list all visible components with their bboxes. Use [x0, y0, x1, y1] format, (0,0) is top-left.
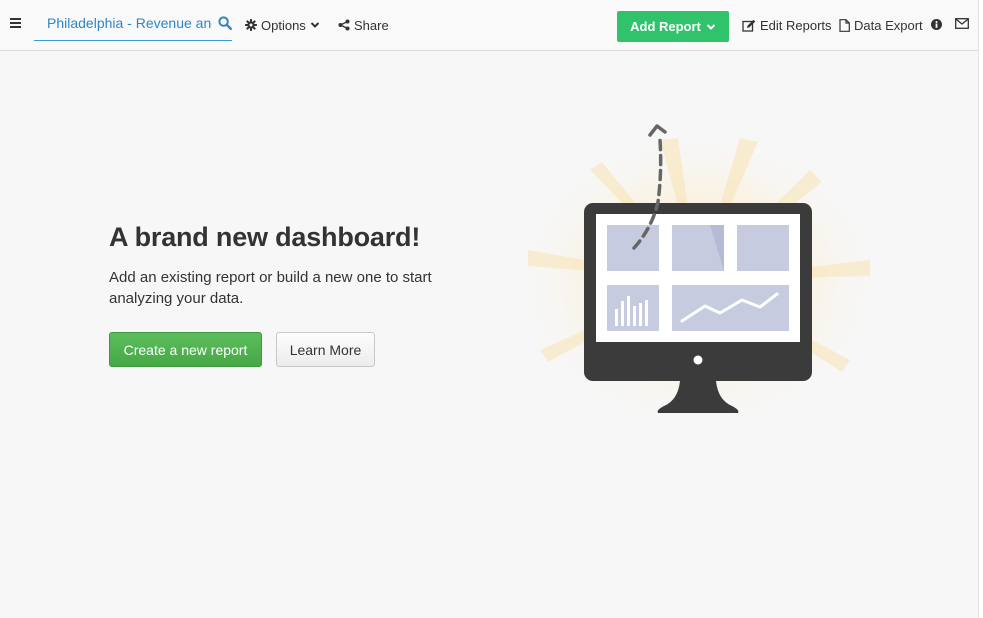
- top-toolbar: Options Share Add Report Edit Reports: [0, 0, 979, 51]
- learn-more-button[interactable]: Learn More: [276, 332, 375, 367]
- dashboard-title-field: [34, 8, 232, 41]
- data-export-button[interactable]: Data Export: [839, 0, 923, 50]
- dashboard-title-input[interactable]: [34, 8, 212, 38]
- learn-more-label: Learn More: [289, 341, 362, 358]
- add-report-button[interactable]: Add Report: [617, 11, 729, 42]
- window-scroll-edge: [978, 0, 983, 618]
- monitor-illustration: [513, 124, 883, 430]
- options-label: Options: [261, 17, 306, 33]
- create-new-report-button[interactable]: Create a new report: [109, 332, 262, 367]
- search-icon[interactable]: [218, 16, 232, 30]
- share-label: Share: [354, 17, 389, 33]
- data-export-label: Data Export: [854, 17, 923, 33]
- hamburger-menu-icon[interactable]: [10, 18, 21, 28]
- options-menu-button[interactable]: Options: [245, 0, 324, 50]
- edit-icon: [742, 19, 756, 32]
- chevron-down-icon: [706, 23, 716, 30]
- monitor-screen: [584, 203, 812, 381]
- create-new-report-label: Create a new report: [123, 341, 248, 358]
- share-icon: [338, 19, 350, 31]
- empty-dashboard-description: Add an existing report or build a new on…: [109, 269, 432, 307]
- empty-dashboard-title: A brand new dashboard!: [109, 222, 421, 252]
- envelope-icon[interactable]: [955, 18, 969, 29]
- add-report-label: Add Report: [630, 19, 701, 34]
- file-icon: [839, 18, 850, 32]
- gear-icon: [245, 19, 257, 31]
- edit-reports-label: Edit Reports: [760, 17, 832, 33]
- share-button[interactable]: Share: [338, 0, 389, 50]
- empty-dashboard-message: A brand new dashboard! Add an existing r…: [109, 222, 479, 309]
- info-icon[interactable]: [931, 19, 942, 30]
- chevron-down-icon: [310, 22, 320, 28]
- edit-reports-button[interactable]: Edit Reports: [742, 0, 832, 50]
